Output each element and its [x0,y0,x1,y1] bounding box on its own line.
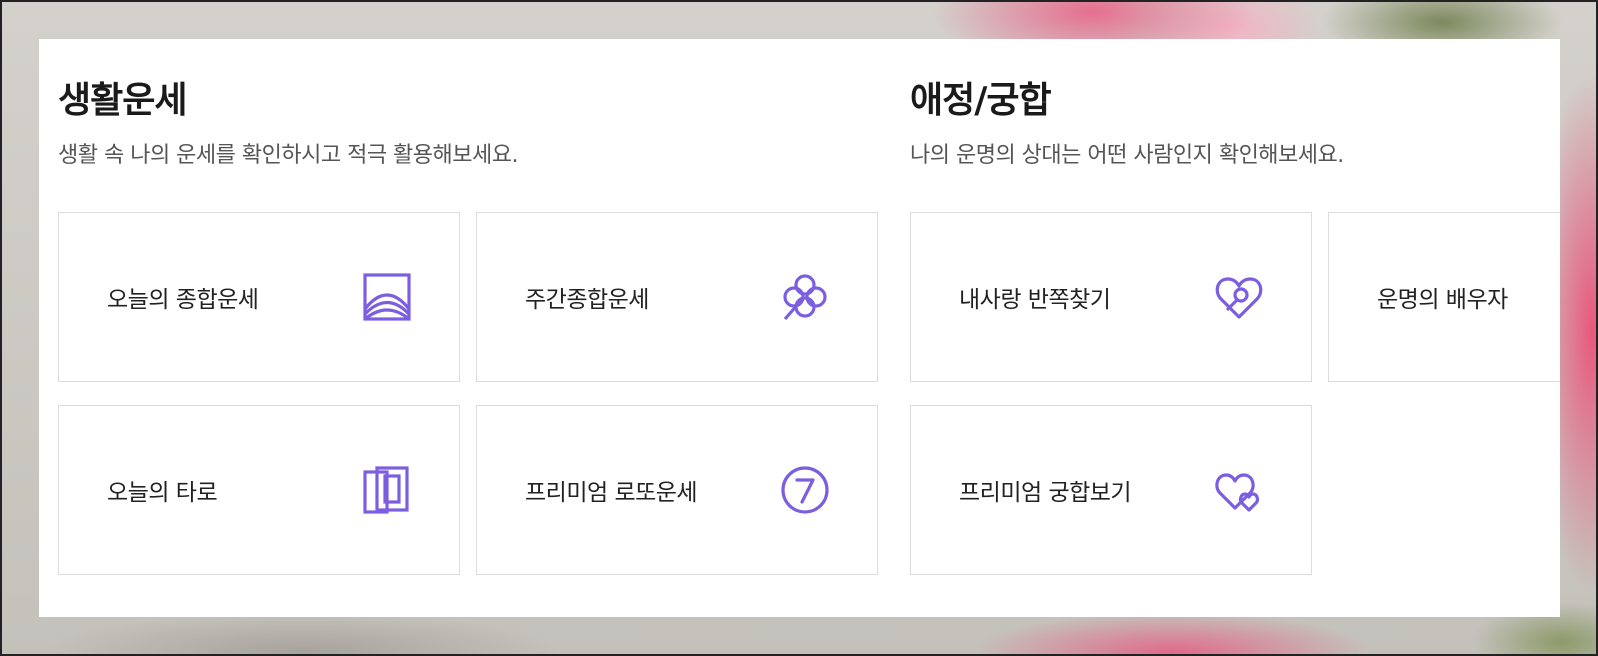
card-label: 프리미엄 궁합보기 [959,480,1132,506]
life-fortune-description: 생활 속 나의 운세를 확인하시고 적극 활용해보세요. [58,143,519,168]
card-weekly-fortune[interactable]: 주간종합운세 [476,212,878,382]
card-label: 운명의 배우자 [1377,287,1508,313]
clover-icon [779,271,831,323]
card-premium-lotto[interactable]: 프리미엄 로또운세 [476,405,878,575]
fortune-menu-panel: 생활운세 생활 속 나의 운세를 확인하시고 적극 활용해보세요. 오늘의 종합… [39,39,1560,617]
card-label: 주간종합운세 [525,287,649,313]
number-seven-circle-icon [779,464,831,516]
card-label: 오늘의 타로 [107,480,218,506]
sunrise-frame-icon [361,271,413,323]
card-label: 프리미엄 로또운세 [525,480,698,506]
card-label: 내사랑 반쪽찾기 [959,287,1111,313]
life-fortune-title: 생활운세 [58,80,187,121]
card-today-fortune[interactable]: 오늘의 종합운세 [58,212,460,382]
card-label: 오늘의 종합운세 [107,287,259,313]
card-find-my-love[interactable]: 내사랑 반쪽찾기 [910,212,1312,382]
love-compatibility-title: 애정/궁합 [910,80,1052,121]
heart-search-icon [1213,271,1265,323]
tarot-cards-icon [361,464,413,516]
card-today-tarot[interactable]: 오늘의 타로 [58,405,460,575]
love-compatibility-description: 나의 운명의 상대는 어떤 사람인지 확인해보세요. [910,143,1344,168]
card-premium-compatibility[interactable]: 프리미엄 궁합보기 [910,405,1312,575]
double-heart-icon [1213,464,1265,516]
card-destined-spouse[interactable]: 운명의 배우자 [1328,212,1560,382]
